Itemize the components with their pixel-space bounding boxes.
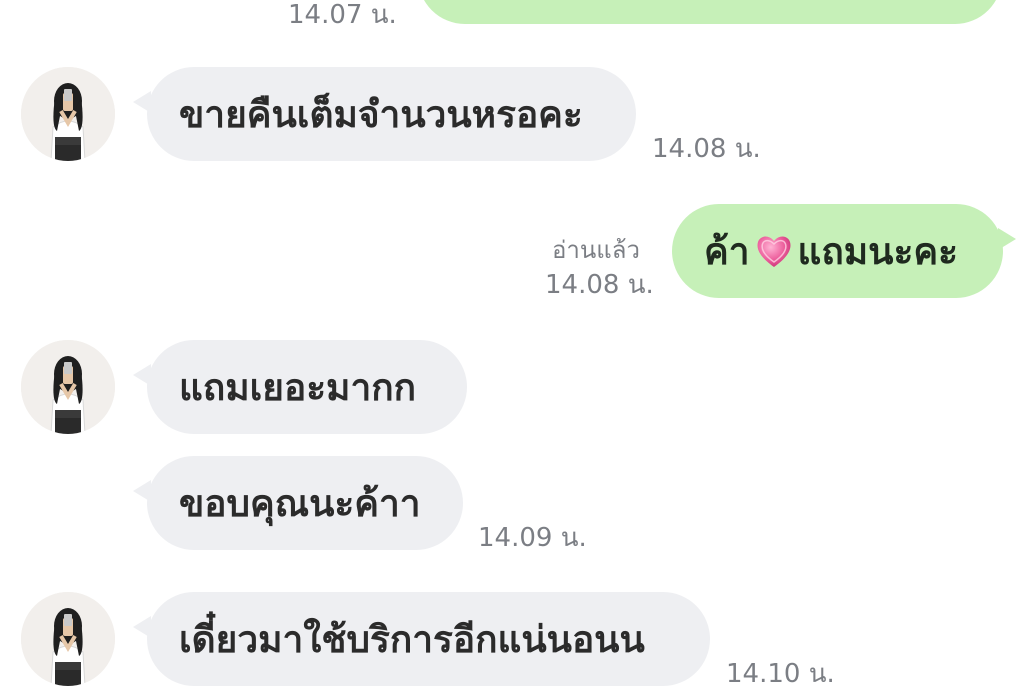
chat-thread: 14.07 น. ขายคืนเต็มจำนวนหรอคะ 14.08 น. อ… xyxy=(0,0,1024,689)
outgoing-message-bubble[interactable] xyxy=(418,0,1002,24)
message-time: 14.07 น. xyxy=(288,0,397,30)
incoming-message-bubble[interactable]: ขายคืนเต็มจำนวนหรอคะ xyxy=(147,67,636,161)
message-time: 14.09 น. xyxy=(478,523,587,553)
message-time: 14.08 น. xyxy=(545,270,654,300)
avatar-photo xyxy=(21,340,115,434)
message-text: ขอบคุณนะค้าา xyxy=(179,481,421,525)
message-text: เดี๋ยวมาใช้บริการอีกแน่นอนน xyxy=(179,617,645,661)
incoming-message-bubble[interactable]: ขอบคุณนะค้าา xyxy=(147,456,463,550)
message-text: แถมเยอะมากก xyxy=(179,365,417,409)
incoming-message-bubble[interactable]: แถมเยอะมากก xyxy=(147,340,467,434)
avatar[interactable] xyxy=(21,592,115,686)
message-text: ค้า xyxy=(704,229,750,273)
bubble-tail xyxy=(998,228,1016,250)
avatar-photo xyxy=(21,67,115,161)
avatar[interactable] xyxy=(21,340,115,434)
message-time: 14.08 น. xyxy=(652,134,761,164)
heart-icon xyxy=(754,231,794,271)
message-text: ขายคืนเต็มจำนวนหรอคะ xyxy=(179,92,583,136)
message-time: 14.10 น. xyxy=(726,659,835,689)
message-text: แถมนะคะ xyxy=(797,229,958,273)
avatar-photo xyxy=(21,592,115,686)
incoming-message-bubble[interactable]: เดี๋ยวมาใช้บริการอีกแน่นอนน xyxy=(147,592,710,686)
avatar[interactable] xyxy=(21,67,115,161)
outgoing-message-bubble[interactable]: ค้า แถมนะคะ xyxy=(672,204,1003,298)
